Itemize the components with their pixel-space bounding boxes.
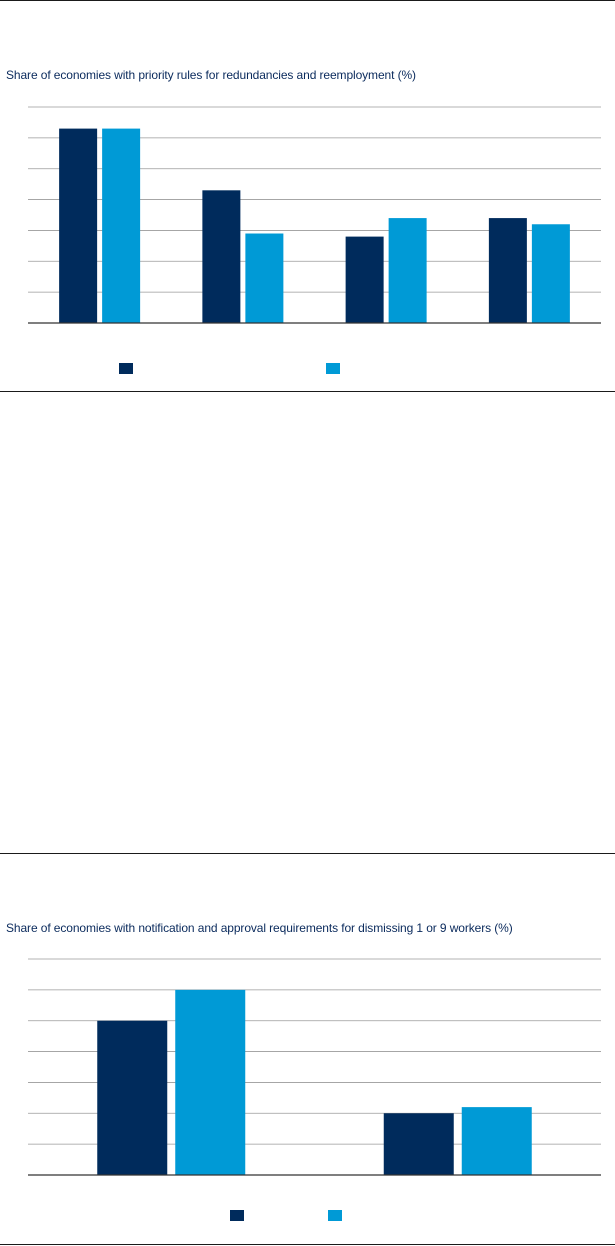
bar-series-1-group-1	[97, 1020, 168, 1175]
legend-swatch-series-2	[328, 1210, 342, 1221]
bar-chart-notification-requirements	[28, 958, 601, 1176]
bar-series-1-group-2	[383, 1113, 454, 1175]
legend-swatch-series-1	[230, 1210, 244, 1221]
bar-series-2-group-2	[461, 1107, 532, 1175]
panel-bottom-rule	[0, 1244, 615, 1245]
bar-series-2-group-1	[175, 989, 246, 1175]
